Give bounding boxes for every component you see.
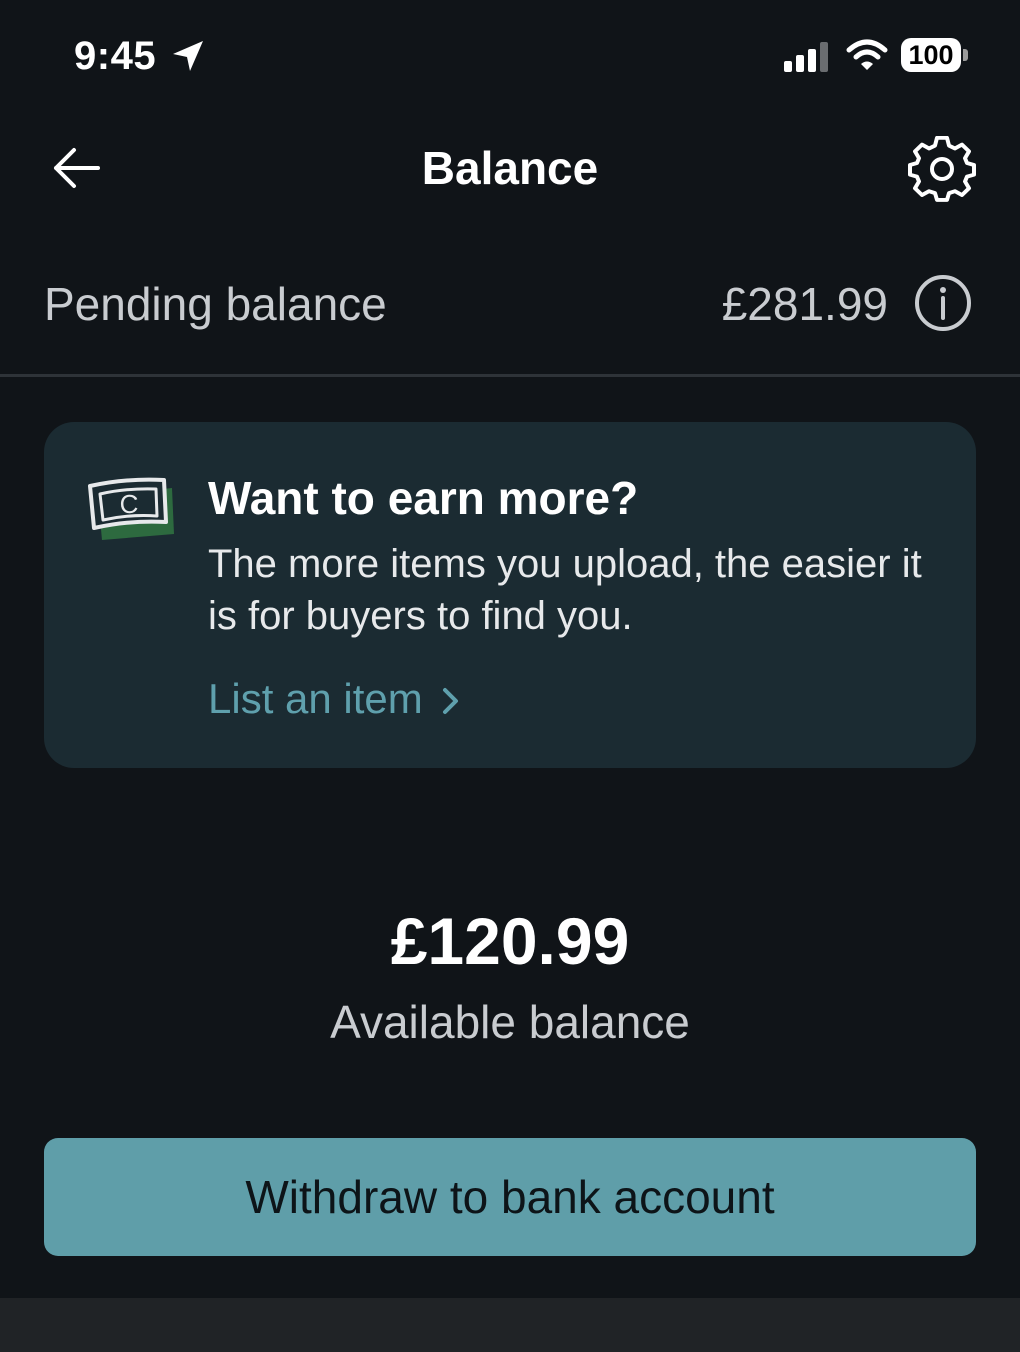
available-balance-amount: £120.99	[390, 904, 630, 978]
battery-icon: 100	[901, 38, 961, 72]
list-item-link-label: List an item	[208, 675, 423, 722]
money-note-letter: C	[120, 489, 139, 519]
location-arrow-icon	[173, 41, 203, 71]
balance-screen: 9:45 100 Balance Pending balance £281.99	[0, 0, 1020, 1352]
pending-balance-label: Pending balance	[44, 278, 387, 330]
signal-icon	[784, 42, 828, 72]
gear-icon[interactable]	[908, 136, 976, 204]
promo-title: Want to earn more?	[208, 472, 639, 524]
back-arrow-icon[interactable]	[48, 140, 104, 196]
battery-tip	[963, 49, 968, 61]
info-icon[interactable]	[914, 274, 972, 332]
chevron-right-icon	[442, 688, 458, 714]
promo-body: The more items you upload, the easier it…	[208, 542, 922, 638]
withdraw-button[interactable]: Withdraw to bank account	[44, 1138, 976, 1256]
bottom-bar	[0, 1298, 1020, 1352]
pending-balance-row: Pending balance £281.99	[0, 250, 1020, 362]
promo-card: C Want to earn more? The more items you …	[44, 422, 976, 768]
available-balance-label: Available balance	[330, 996, 690, 1048]
status-time: 9:45	[74, 34, 157, 78]
status-bar: 9:45 100	[0, 0, 1020, 110]
divider	[0, 374, 1020, 377]
page-title: Balance	[421, 142, 599, 194]
list-item-link[interactable]: List an item	[208, 674, 463, 724]
money-note-icon: C	[88, 477, 174, 540]
wifi-icon	[846, 39, 888, 70]
pending-balance-amount: £281.99	[721, 278, 888, 330]
